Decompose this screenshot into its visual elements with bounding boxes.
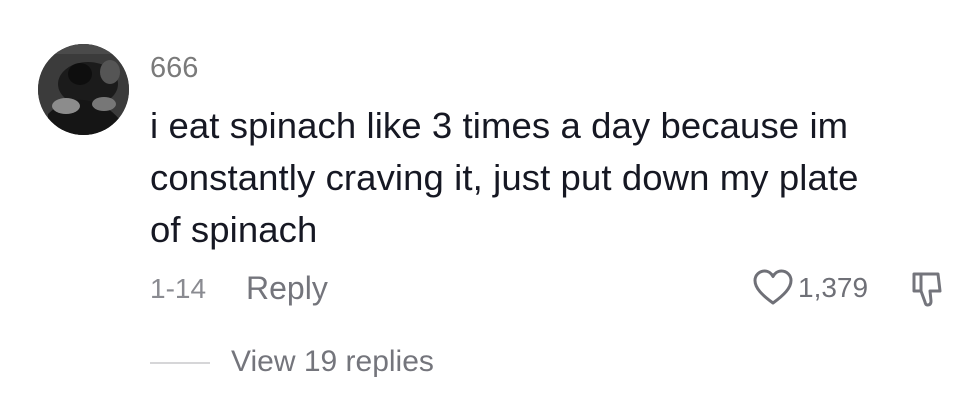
comment-text-line: of spinach	[150, 209, 318, 250]
comment-username[interactable]: 666	[150, 50, 198, 86]
heart-outline-icon	[752, 268, 794, 308]
reply-button[interactable]: Reply	[246, 269, 328, 307]
comment-text-line: i eat spinach like 3 times a day because…	[150, 105, 849, 146]
view-replies-button[interactable]: View 19 replies	[231, 342, 434, 382]
avatar[interactable]	[38, 44, 129, 135]
comment-date: 1-14	[150, 273, 207, 304]
replies-divider	[150, 362, 210, 364]
avatar-photo	[38, 44, 129, 135]
comment-text-line: constantly craving it, just put down my …	[150, 157, 859, 198]
comment-item: 666 i eat spinach like 3 times a day bec…	[0, 0, 966, 412]
like-button[interactable]: 1,379	[752, 266, 868, 310]
thumbs-down-icon	[908, 268, 948, 308]
dislike-button[interactable]	[908, 268, 948, 308]
like-count: 1,379	[798, 272, 869, 303]
comment-text: i eat spinach like 3 times a day because…	[150, 100, 950, 256]
